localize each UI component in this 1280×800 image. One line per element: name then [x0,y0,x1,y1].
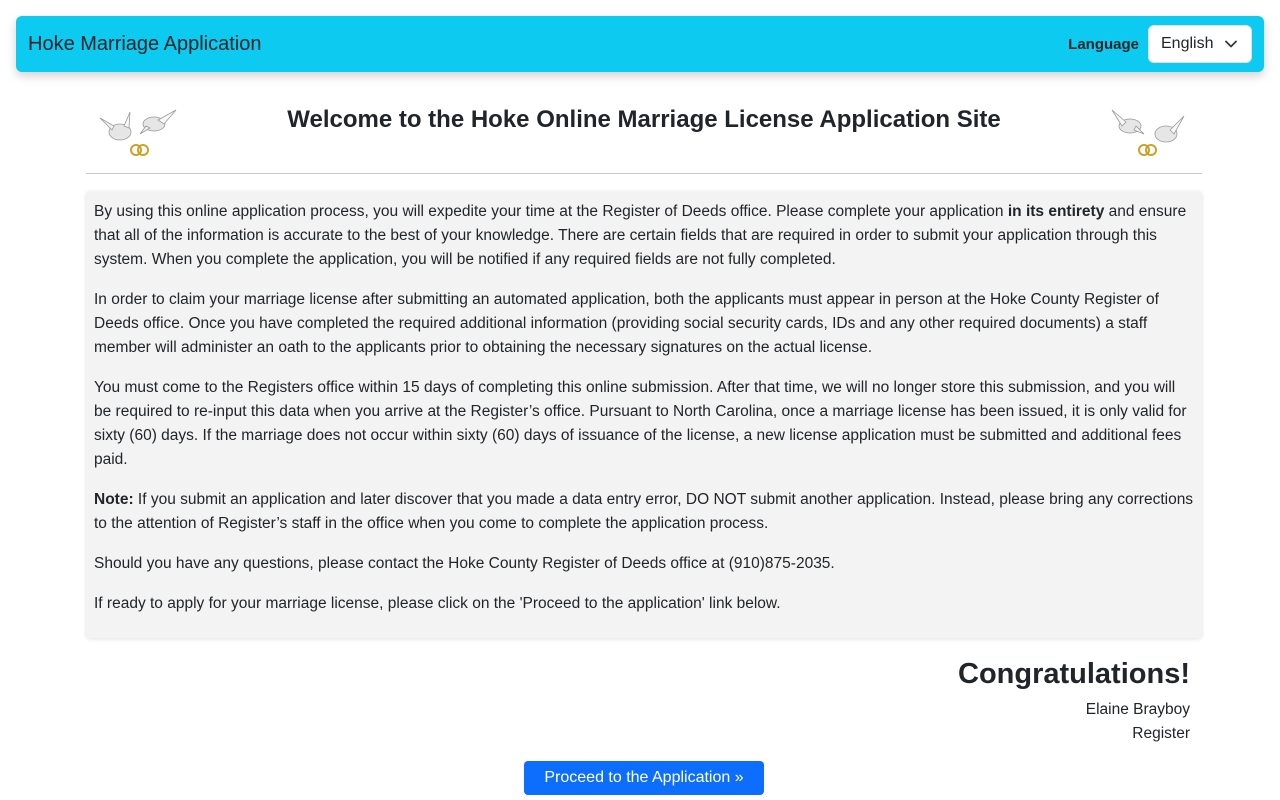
app-brand[interactable]: Hoke Marriage Application [28,33,261,56]
register-name: Elaine Brayboy [1085,701,1190,718]
instructions-paragraph-6: If ready to apply for your marriage lice… [94,595,781,612]
instructions-paragraph-5: Should you have any questions, please co… [94,555,835,572]
instructions-paragraph-2: In order to claim your marriage license … [94,291,1159,356]
instructions-panel: By using this online application process… [86,191,1202,638]
chevron-down-icon [1225,40,1237,48]
instructions-paragraph-1: By using this online application process… [94,200,1194,272]
page-title: Welcome to the Hoke Online Marriage Lice… [287,106,1001,133]
proceed-to-application-button[interactable]: Proceed to the Application » [524,761,764,795]
instructions-paragraph-4: Note: If you submit an application and l… [94,488,1194,536]
language-label: Language [1068,35,1139,53]
doves-rings-icon [1111,109,1185,156]
congratulations-heading: Congratulations! [958,658,1190,690]
language-selector-group: Language English [1068,25,1252,63]
p1-emphasis: in its entirety [1007,203,1105,220]
language-selected-value: English [1161,35,1214,52]
top-navbar: Hoke Marriage Application Language Engli… [16,16,1264,72]
welcome-header: Welcome to the Hoke Online Marriage Lice… [86,98,1202,174]
language-select[interactable]: English [1148,25,1252,63]
instructions-paragraph-3: You must come to the Registers office wi… [94,379,1187,468]
register-title: Register [1132,725,1190,742]
note-text: If you submit an application and later d… [94,491,1194,532]
signature-block: Congratulations! Elaine Brayboy Register [958,654,1190,746]
note-label: Note: [94,491,134,508]
p1-text-start: By using this online application process… [94,203,1008,220]
